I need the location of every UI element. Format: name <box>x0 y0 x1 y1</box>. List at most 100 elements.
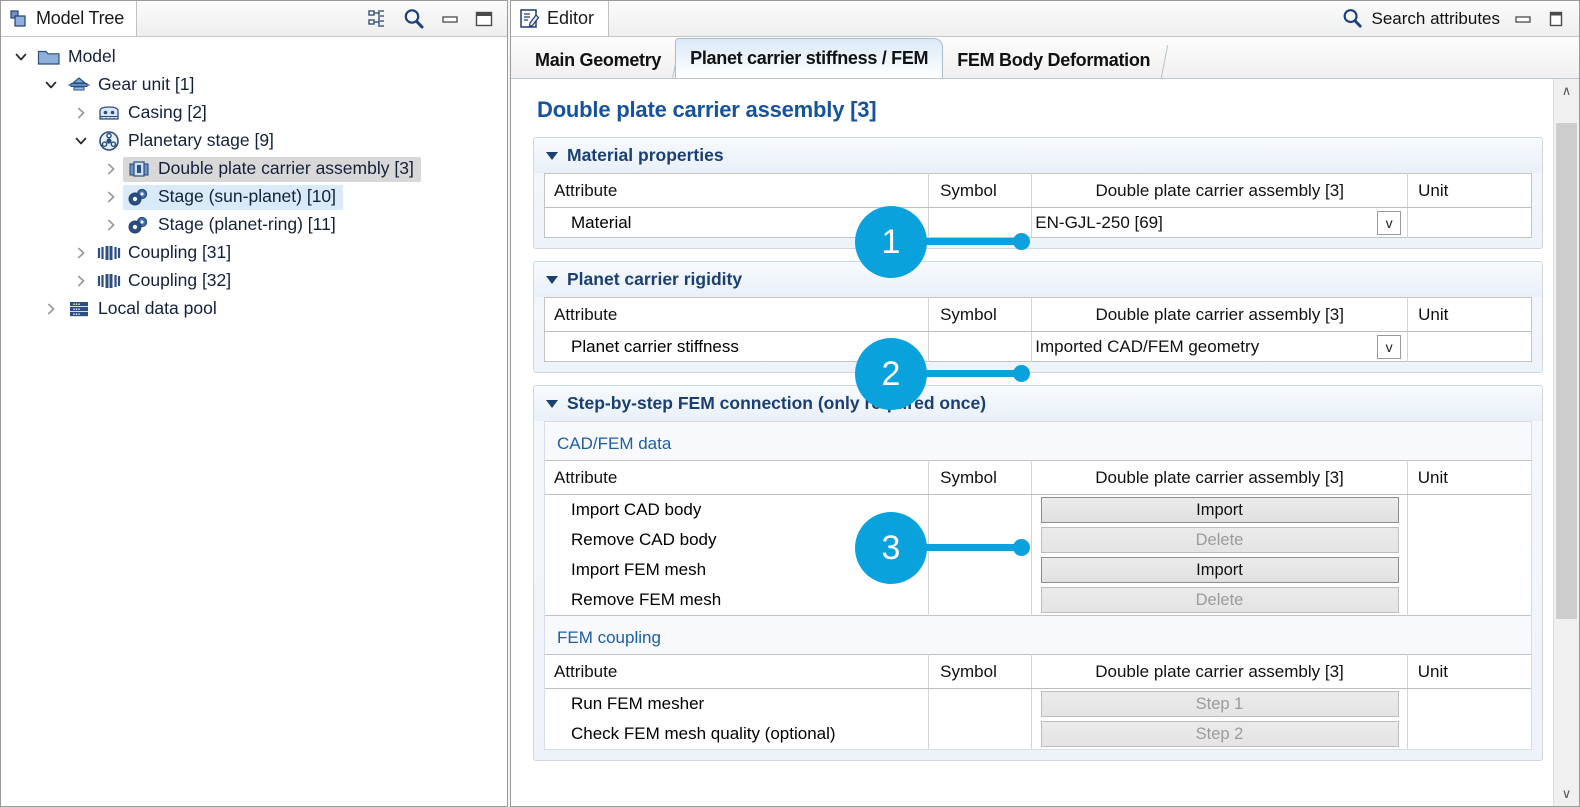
attribute-table: Attribute Symbol Double plate carrier as… <box>545 654 1531 749</box>
column-header-symbol: Symbol <box>929 655 1032 689</box>
row-symbol <box>929 208 1032 238</box>
minimize-icon[interactable] <box>440 9 460 29</box>
run-fem-mesher-button: Step 1 <box>1041 691 1399 717</box>
form-tab-strip: Main Geometry Planet carrier stiffness /… <box>511 37 1579 79</box>
tree-item-planetary-stage[interactable]: Planetary stage [9] <box>1 127 507 155</box>
collapse-triangle-icon[interactable] <box>546 400 558 408</box>
section-header[interactable]: Planet carrier rigidity <box>534 262 1542 297</box>
planet-carrier-stiffness-dropdown[interactable]: Imported CAD/FEM geometry v <box>1032 332 1408 362</box>
tree-item-coupling-32[interactable]: Coupling [32] <box>1 267 507 295</box>
model-tree-tab[interactable]: Model Tree <box>1 1 137 36</box>
table-row: Import FEM mesh Import <box>545 555 1531 585</box>
section-header[interactable]: Material properties <box>534 138 1542 173</box>
check-fem-mesh-quality-cell: Step 2 <box>1032 719 1407 749</box>
chevron-right-icon[interactable] <box>99 218 123 232</box>
tree-item-label: Coupling [32] <box>128 272 231 290</box>
search-icon[interactable] <box>402 7 426 31</box>
table-row: Remove FEM mesh Delete <box>545 585 1531 616</box>
tab-fem-body-deformation[interactable]: FEM Body Deformation <box>943 42 1164 78</box>
collapse-triangle-icon[interactable] <box>546 276 558 284</box>
editor-toolbar: Search attributes <box>1341 1 1579 36</box>
section-body: CAD/FEM data Attribute Symbol Double pla… <box>534 421 1542 760</box>
section-header[interactable]: Step-by-step FEM connection (only requir… <box>534 386 1542 421</box>
tree-item-stage-sun-planet[interactable]: Stage (sun-planet) [10] <box>1 183 507 211</box>
row-symbol <box>929 689 1032 720</box>
row-symbol <box>929 332 1032 362</box>
editor-icon <box>519 8 540 29</box>
dropdown-value: Imported CAD/FEM geometry <box>1035 337 1259 357</box>
scrollbar-thumb[interactable] <box>1556 123 1577 619</box>
row-attribute-label: Check FEM mesh quality (optional) <box>545 719 929 749</box>
scroll-up-arrow-icon[interactable]: ∧ <box>1554 79 1580 103</box>
stage-icon <box>125 215 152 235</box>
tree-item-label: Coupling [31] <box>128 244 231 262</box>
collapse-triangle-icon[interactable] <box>546 152 558 160</box>
import-cad-body-cell: Import <box>1032 495 1407 526</box>
chevron-right-icon[interactable] <box>69 106 93 120</box>
chevron-right-icon[interactable] <box>99 190 123 204</box>
model-tree[interactable]: Model Gear un <box>1 37 507 806</box>
row-symbol <box>929 495 1032 526</box>
model-tree-tab-label: Model Tree <box>36 8 124 29</box>
tree-item-local-data-pool[interactable]: Local data pool <box>1 295 507 323</box>
section-title: Step-by-step FEM connection (only requir… <box>567 393 986 414</box>
tree-item-gear-unit[interactable]: Gear unit [1] <box>1 71 507 99</box>
tree-item-casing[interactable]: Casing [2] <box>1 99 507 127</box>
maximize-icon[interactable] <box>474 9 494 29</box>
link-with-editor-icon[interactable] <box>368 9 388 29</box>
subsection-title-fem-coupling: FEM coupling <box>545 616 1531 654</box>
maximize-icon[interactable] <box>1546 9 1566 29</box>
chevron-down-icon[interactable]: v <box>1377 335 1401 359</box>
row-unit <box>1408 332 1532 362</box>
chevron-right-icon[interactable] <box>39 302 63 316</box>
scrollbar-track[interactable] <box>1554 103 1580 782</box>
chevron-down-icon[interactable]: v <box>1377 211 1401 235</box>
tab-main-geometry[interactable]: Main Geometry <box>521 42 675 78</box>
chevron-right-icon[interactable] <box>99 162 123 176</box>
column-header-value: Double plate carrier assembly [3] <box>1032 461 1407 495</box>
editor-tab[interactable]: Editor <box>511 1 609 36</box>
section-title: Material properties <box>567 145 724 166</box>
row-attribute-label: Remove FEM mesh <box>545 585 929 616</box>
table-row: Planet carrier stiffness Imported CAD/FE… <box>545 332 1532 362</box>
minimize-icon[interactable] <box>1513 9 1533 29</box>
column-header-attribute: Attribute <box>545 655 929 689</box>
tree-item-double-plate-carrier-assembly[interactable]: Double plate carrier assembly [3] <box>1 155 507 183</box>
coupling-icon <box>95 271 122 291</box>
tab-planet-carrier-stiffness-fem[interactable]: Planet carrier stiffness / FEM <box>675 38 943 78</box>
editor-tab-label: Editor <box>547 8 594 29</box>
table-row: Remove CAD body Delete <box>545 525 1531 555</box>
chevron-right-icon[interactable] <box>69 274 93 288</box>
column-header-symbol: Symbol <box>929 461 1032 495</box>
chevron-down-icon[interactable] <box>9 50 33 64</box>
section-planet-carrier-rigidity: Planet carrier rigidity Attribute Symbol… <box>533 261 1543 373</box>
chevron-right-icon[interactable] <box>69 246 93 260</box>
import-cad-body-button[interactable]: Import <box>1041 497 1399 523</box>
tree-item-label: Planetary stage [9] <box>128 132 274 150</box>
editor-vertical-scrollbar[interactable]: ∧ ∨ <box>1553 79 1579 806</box>
search-icon <box>1341 7 1364 30</box>
row-unit <box>1407 555 1531 585</box>
column-header-unit: Unit <box>1407 655 1531 689</box>
stage-icon <box>125 187 152 207</box>
tree-item-model[interactable]: Model <box>1 43 507 71</box>
material-dropdown[interactable]: EN-GJL-250 [69] v <box>1032 208 1408 238</box>
table-row: Check FEM mesh quality (optional) Step 2 <box>545 719 1531 749</box>
tree-item-label: Model <box>68 48 116 66</box>
import-fem-mesh-button[interactable]: Import <box>1041 557 1399 583</box>
scroll-down-arrow-icon[interactable]: ∨ <box>1554 782 1580 806</box>
remove-cad-body-cell: Delete <box>1032 525 1407 555</box>
chevron-down-icon[interactable] <box>39 78 63 92</box>
editor-panel: Editor Search attributes <box>510 0 1580 807</box>
search-attributes-label: Search attributes <box>1371 9 1500 29</box>
row-symbol <box>929 719 1032 749</box>
search-attributes-button[interactable]: Search attributes <box>1341 7 1500 30</box>
column-header-attribute: Attribute <box>545 461 929 495</box>
row-attribute-label: Import FEM mesh <box>545 555 929 585</box>
model-tree-icon <box>9 9 29 29</box>
chevron-down-icon[interactable] <box>69 134 93 148</box>
row-attribute-label: Run FEM mesher <box>545 689 929 720</box>
tree-item-coupling-31[interactable]: Coupling [31] <box>1 239 507 267</box>
editor-titlebar: Editor Search attributes <box>511 1 1579 37</box>
tree-item-stage-planet-ring[interactable]: Stage (planet-ring) [11] <box>1 211 507 239</box>
